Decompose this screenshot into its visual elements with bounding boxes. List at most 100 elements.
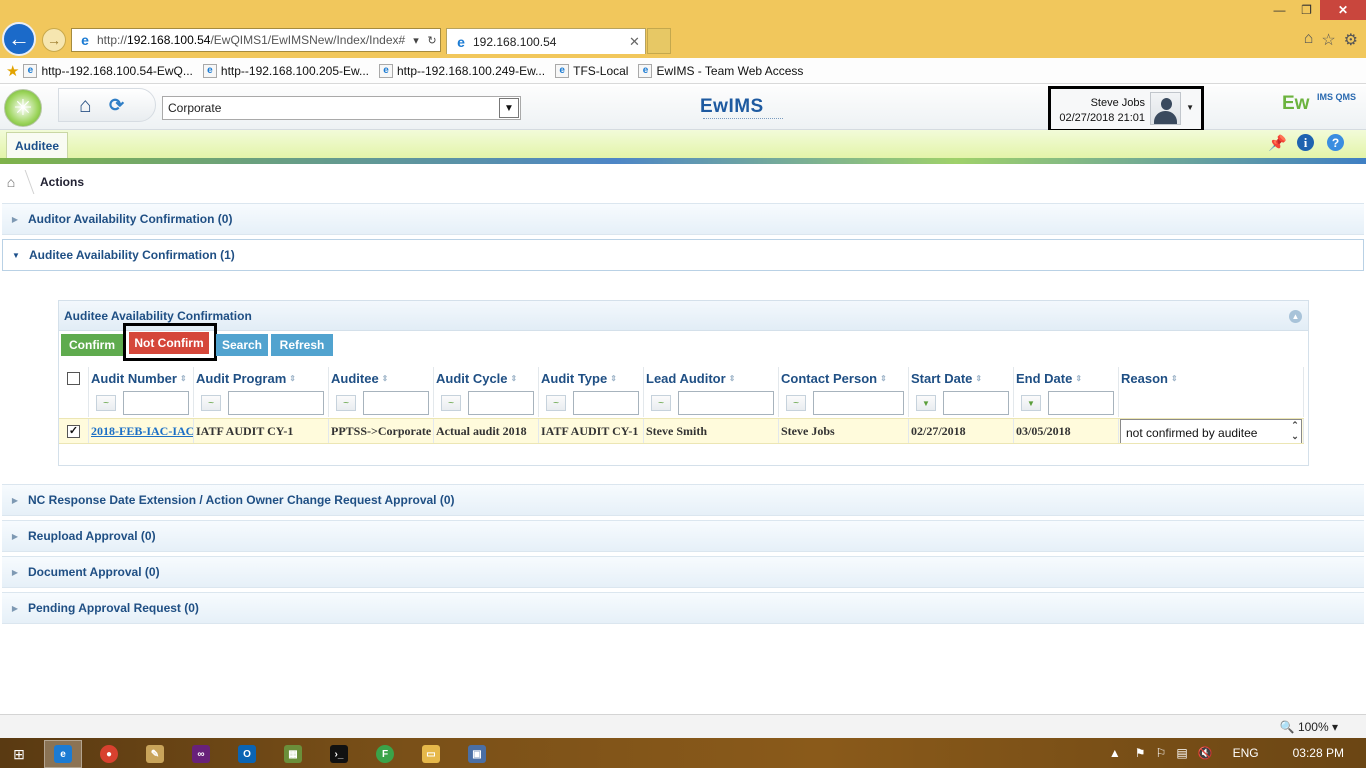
filter-audit-cycle-input[interactable] bbox=[468, 391, 534, 415]
not-confirm-button[interactable]: Not Confirm bbox=[129, 332, 209, 354]
start-button[interactable]: ⊞ bbox=[0, 740, 38, 768]
address-bar[interactable]: e http://192.168.100.54/EwQIMS1/EwIMSNew… bbox=[71, 28, 441, 52]
organization-select[interactable]: Corporate ▼ bbox=[162, 96, 521, 120]
section-auditee-availability[interactable]: ▼ Auditee Availability Confirmation (1) bbox=[2, 239, 1364, 271]
audit-number-link[interactable]: 2018-FEB-IAC-IAC bbox=[89, 419, 194, 443]
confirm-button[interactable]: Confirm bbox=[61, 334, 123, 356]
taskbar-visual-studio[interactable]: ∞ bbox=[182, 740, 220, 768]
section-reupload-approval[interactable]: ▶ Reupload Approval (0) bbox=[2, 520, 1364, 552]
pin-icon[interactable]: 📌 bbox=[1268, 134, 1287, 152]
section-document-approval[interactable]: ▶ Document Approval (0) bbox=[2, 556, 1364, 588]
filter-funnel-icon[interactable]: ▼ bbox=[916, 395, 936, 411]
avatar[interactable] bbox=[1150, 92, 1181, 125]
favorite-link-1[interactable]: e http--192.168.100.54-EwQ... bbox=[23, 63, 193, 78]
favorites-star-icon[interactable]: ☆ bbox=[1321, 30, 1335, 50]
taskbar-app[interactable]: F bbox=[366, 740, 404, 768]
zoom-control[interactable]: 🔍 100% ▾ bbox=[1280, 720, 1338, 734]
tray-expand-icon[interactable]: ▲ bbox=[1109, 746, 1121, 760]
favorite-link-4[interactable]: e TFS-Local bbox=[555, 63, 628, 78]
refresh-button[interactable]: Refresh bbox=[271, 334, 333, 356]
tray-clock[interactable]: 03:28 PM bbox=[1293, 746, 1344, 760]
filter-lead-auditor-input[interactable] bbox=[678, 391, 774, 415]
filter-start-date-input[interactable] bbox=[943, 391, 1009, 415]
section-auditor-availability[interactable]: ▶ Auditor Availability Confirmation (0) bbox=[2, 203, 1364, 235]
filter-funnel-icon[interactable]: ▼ bbox=[1021, 395, 1041, 411]
filter-contains-icon[interactable]: ~ bbox=[201, 395, 221, 411]
filter-contains-icon[interactable]: ~ bbox=[786, 395, 806, 411]
forward-button[interactable]: → bbox=[42, 28, 66, 52]
chevron-down-icon[interactable]: ▼ bbox=[499, 98, 519, 118]
reason-input[interactable]: not confirmed by auditee bbox=[1120, 419, 1302, 443]
column-header-audit-type[interactable]: Audit Type ⇕ bbox=[539, 367, 644, 389]
filter-end-date-input[interactable] bbox=[1048, 391, 1114, 415]
reason-scroll[interactable]: ⌃ ⌄ bbox=[1289, 420, 1301, 442]
address-dropdown-icon[interactable]: ▾ bbox=[408, 34, 424, 47]
column-header-start-date[interactable]: Start Date ⇕ bbox=[909, 367, 1014, 389]
row-checkbox[interactable]: ✓ bbox=[67, 424, 80, 438]
column-header-end-date[interactable]: End Date ⇕ bbox=[1014, 367, 1119, 389]
new-tab-button[interactable] bbox=[647, 28, 671, 54]
column-header-contact-person[interactable]: Contact Person ⇕ bbox=[779, 367, 909, 389]
organization-select-value: Corporate bbox=[168, 101, 222, 115]
search-button[interactable]: Search bbox=[216, 334, 268, 356]
column-header-reason[interactable]: Reason ⇕ bbox=[1119, 367, 1304, 389]
favorite-link-5[interactable]: e EwIMS - Team Web Access bbox=[638, 63, 803, 78]
chevron-down-icon[interactable]: ⌄ bbox=[1291, 431, 1299, 442]
info-icon[interactable]: i bbox=[1297, 134, 1314, 151]
filter-audit-program-input[interactable] bbox=[228, 391, 324, 415]
taskbar-cmd[interactable]: ›_ bbox=[320, 740, 358, 768]
filter-contains-icon[interactable]: ~ bbox=[441, 395, 461, 411]
taskbar-chrome[interactable]: ● bbox=[90, 740, 128, 768]
favorite-link-3[interactable]: e http--192.168.100.249-Ew... bbox=[379, 63, 545, 78]
tray-volume-muted-icon[interactable]: 🔇 bbox=[1198, 746, 1213, 760]
taskbar-tools[interactable]: ✎ bbox=[136, 740, 174, 768]
filter-contains-icon[interactable]: ~ bbox=[336, 395, 356, 411]
caret-down-icon[interactable]: ▼ bbox=[1186, 103, 1194, 112]
refresh-icon[interactable]: ⟳ bbox=[109, 95, 124, 116]
filter-audit-type-input[interactable] bbox=[573, 391, 639, 415]
column-header-audit-number[interactable]: Audit Number ⇕ bbox=[89, 367, 194, 389]
filter-contains-icon[interactable]: ~ bbox=[546, 395, 566, 411]
back-button[interactable]: ← bbox=[2, 22, 36, 56]
filter-audit-number-input[interactable] bbox=[123, 391, 189, 415]
minimize-icon[interactable]: — bbox=[1266, 0, 1293, 20]
ie-icon: e bbox=[54, 745, 72, 763]
tray-flag-icon[interactable]: ⚑ bbox=[1135, 746, 1146, 760]
tab-close-icon[interactable]: ✕ bbox=[629, 34, 645, 50]
home-page-icon[interactable]: ⌂ bbox=[1304, 30, 1314, 50]
favorite-link-2[interactable]: e http--192.168.100.205-Ew... bbox=[202, 63, 369, 78]
tray-language[interactable]: ENG bbox=[1233, 746, 1259, 760]
column-header-audit-program[interactable]: Audit Program ⇕ bbox=[194, 367, 329, 389]
reload-icon[interactable]: ↻ bbox=[424, 34, 440, 47]
chevron-up-icon[interactable]: ⌃ bbox=[1291, 420, 1299, 431]
tray-action-icon[interactable]: ⚐ bbox=[1156, 746, 1167, 760]
tab-auditee[interactable]: Auditee bbox=[6, 132, 68, 158]
maximize-icon[interactable]: ❐ bbox=[1293, 0, 1320, 20]
select-all-checkbox[interactable] bbox=[67, 371, 80, 385]
window-close-icon[interactable]: ✕ bbox=[1320, 0, 1366, 20]
filter-contains-icon[interactable]: ~ bbox=[96, 395, 116, 411]
browser-tab[interactable]: e 192.168.100.54 ✕ bbox=[446, 28, 646, 54]
taskbar-network[interactable]: ▦ bbox=[274, 740, 312, 768]
user-menu[interactable]: Steve Jobs 02/27/2018 21:01 ▼ bbox=[1048, 86, 1204, 132]
taskbar-outlook[interactable]: O bbox=[228, 740, 266, 768]
taskbar-ie[interactable]: e bbox=[44, 740, 82, 768]
filter-contact-person-input[interactable] bbox=[813, 391, 904, 415]
table-row[interactable]: ✓ 2018-FEB-IAC-IAC IATF AUDIT CY-1 PPTSS… bbox=[59, 418, 1304, 444]
section-pending-approval[interactable]: ▶ Pending Approval Request (0) bbox=[2, 592, 1364, 624]
favorites-add-icon[interactable]: ★ bbox=[6, 62, 19, 80]
filter-contains-icon[interactable]: ~ bbox=[651, 395, 671, 411]
section-nc-response-approval[interactable]: ▶ NC Response Date Extension / Action Ow… bbox=[2, 484, 1364, 516]
taskbar-explorer[interactable]: ▭ bbox=[412, 740, 450, 768]
settings-gear-icon[interactable]: ⚙ bbox=[1344, 30, 1358, 50]
column-header-lead-auditor[interactable]: Lead Auditor ⇕ bbox=[644, 367, 779, 389]
breadcrumb-home-icon[interactable]: ⌂ bbox=[0, 174, 22, 190]
home-icon[interactable]: ⌂ bbox=[79, 94, 92, 118]
column-header-audit-cycle[interactable]: Audit Cycle ⇕ bbox=[434, 367, 539, 389]
tray-network-icon[interactable]: ▤ bbox=[1176, 746, 1187, 760]
column-header-auditee[interactable]: Auditee ⇕ bbox=[329, 367, 434, 389]
collapse-up-icon[interactable]: ▲ bbox=[1289, 310, 1302, 323]
filter-auditee-input[interactable] bbox=[363, 391, 429, 415]
help-icon[interactable]: ? bbox=[1327, 134, 1344, 151]
taskbar-remote[interactable]: ▣ bbox=[458, 740, 496, 768]
